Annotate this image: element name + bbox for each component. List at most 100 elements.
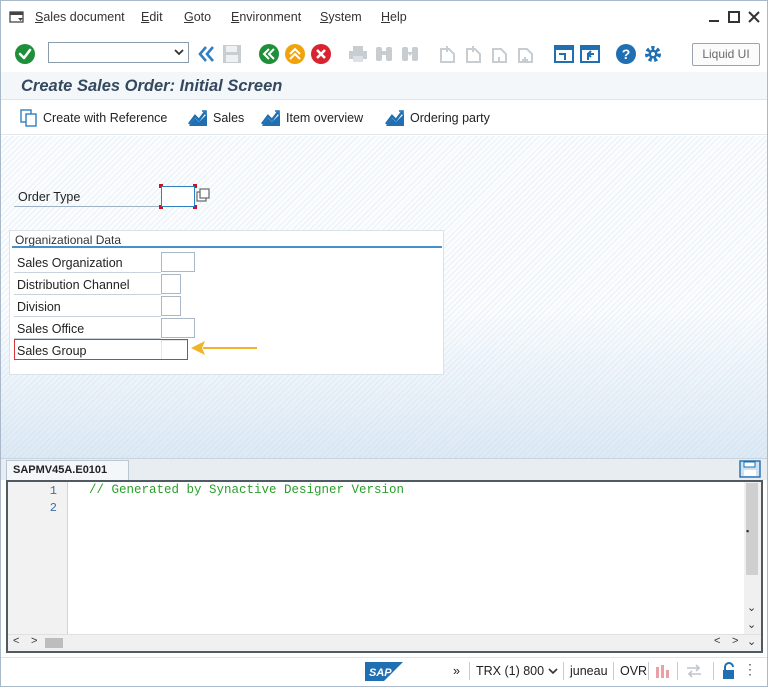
new-session-icon[interactable] — [553, 43, 575, 65]
line-number: 1 — [49, 484, 57, 498]
back-double-icon[interactable] — [195, 43, 217, 65]
status-separator — [613, 662, 614, 680]
order-type-underline — [14, 206, 161, 207]
chevron-down-icon[interactable] — [548, 666, 558, 676]
insert-mode[interactable]: OVR — [620, 664, 647, 678]
sap-window: Sales document Edit Goto Environment Sys… — [0, 0, 768, 687]
enter-icon[interactable] — [14, 43, 36, 65]
first-page-icon — [440, 46, 455, 63]
distribution-channel-label: Distribution Channel — [17, 278, 130, 292]
required-marker — [159, 205, 163, 209]
exit-icon[interactable] — [284, 43, 306, 65]
group-title-rule — [12, 246, 442, 248]
sales-organization-label: Sales Organization — [17, 256, 123, 270]
sales-group-highlight — [14, 339, 188, 360]
item-overview-chart-icon — [261, 110, 280, 126]
horizontal-scrollbar[interactable] — [8, 634, 761, 651]
status-separator — [677, 662, 678, 680]
maximize-icon[interactable] — [727, 10, 741, 24]
cancel-icon[interactable] — [310, 43, 332, 65]
ordering-party-label: Ordering party — [410, 111, 490, 125]
required-marker — [159, 184, 163, 188]
scroll-left-icon[interactable]: < — [13, 635, 19, 647]
ordering-party-chart-icon — [385, 110, 404, 126]
menu-system[interactable]: System — [320, 10, 362, 24]
scroll-down-icon[interactable]: ⌄ — [747, 601, 756, 614]
status-separator — [563, 662, 564, 680]
scroll-right-icon[interactable]: > — [31, 635, 37, 647]
status-more-button[interactable]: » — [453, 664, 460, 678]
floppy-save-icon[interactable] — [739, 460, 761, 478]
distribution-channel-input[interactable] — [161, 274, 181, 294]
next-page-icon — [492, 48, 507, 63]
find-next-icon — [402, 47, 418, 61]
user-name: juneau — [570, 664, 608, 678]
script-editor[interactable] — [6, 480, 763, 653]
create-with-reference-label: Create with Reference — [43, 111, 168, 125]
chevron-down-icon[interactable] — [173, 45, 185, 59]
shortcut-icon[interactable] — [579, 43, 601, 65]
ordering-party-button[interactable]: Ordering party — [385, 108, 490, 128]
order-type-label: Order Type — [18, 190, 81, 204]
svg-text:SAP: SAP — [369, 667, 392, 679]
last-page-icon — [518, 48, 533, 63]
prev-page-icon — [466, 46, 481, 63]
save-icon — [223, 45, 241, 63]
help-icon[interactable]: ? — [615, 43, 637, 65]
scroll-page-left-icon[interactable]: < — [714, 635, 720, 647]
sales-office-label: Sales Office — [17, 322, 85, 336]
system-info[interactable]: TRX (1) 800 — [476, 664, 544, 678]
transfer-icon — [687, 664, 701, 678]
sales-label: Sales — [213, 111, 245, 125]
status-separator — [713, 662, 714, 680]
item-overview-button[interactable]: Item overview — [261, 108, 363, 128]
print-icon — [349, 46, 367, 62]
horizontal-scroll-thumb[interactable] — [45, 638, 63, 648]
matchcode-icon[interactable] — [196, 188, 210, 204]
more-options-icon[interactable]: ⋮ — [743, 661, 757, 678]
menu-edit[interactable]: Edit — [141, 10, 163, 24]
scroll-page-right-icon[interactable]: > — [732, 635, 738, 647]
sales-button[interactable]: Sales — [188, 108, 244, 128]
close-icon[interactable] — [747, 10, 761, 24]
page-title: Create Sales Order: Initial Screen — [21, 77, 283, 95]
create-with-reference-button[interactable]: Create with Reference — [20, 108, 167, 128]
settings-icon[interactable] — [642, 43, 664, 65]
sap-logo: SAP — [365, 662, 403, 681]
scroll-grip-icon: ▪ — [746, 526, 750, 536]
command-input[interactable] — [49, 43, 169, 62]
chart-icon — [656, 665, 669, 678]
group-title: Organizational Data — [15, 233, 122, 247]
order-type-input[interactable] — [161, 186, 195, 207]
back-icon[interactable] — [258, 43, 280, 65]
scroll-corner-icon: ⌄ — [747, 636, 757, 648]
line-number: 2 — [49, 501, 57, 515]
sales-chart-icon — [188, 110, 207, 126]
copy-icon — [20, 109, 37, 127]
status-separator — [648, 662, 649, 680]
unlock-icon[interactable] — [721, 662, 737, 680]
code-line[interactable]: // Generated by Synactive Designer Versi… — [89, 483, 404, 497]
required-marker — [193, 205, 197, 209]
menu-environment[interactable]: Environment — [231, 10, 301, 24]
item-overview-label: Item overview — [286, 111, 364, 125]
sales-organization-input[interactable] — [161, 252, 195, 272]
division-input[interactable] — [161, 296, 181, 316]
svg-text:?: ? — [622, 46, 631, 62]
tab-script-file[interactable]: SAPMV45A.E0101 — [6, 460, 129, 480]
find-icon — [376, 47, 392, 61]
command-field[interactable] — [48, 42, 189, 63]
field-underline — [14, 272, 161, 273]
menu-sales-document[interactable]: Sales document — [35, 10, 125, 24]
field-underline — [14, 316, 161, 317]
liquid-ui-button[interactable]: Liquid UI — [692, 43, 760, 66]
arrow-left-icon — [191, 341, 257, 355]
sales-office-input[interactable] — [161, 318, 195, 338]
minimize-icon[interactable] — [707, 10, 721, 24]
scroll-end-icon[interactable]: ⌄ — [747, 618, 756, 631]
menu-goto[interactable]: Goto — [184, 10, 211, 24]
menu-help[interactable]: Help — [381, 10, 407, 24]
app-menu-icon[interactable] — [9, 10, 25, 24]
division-label: Division — [17, 300, 61, 314]
field-underline — [14, 294, 161, 295]
